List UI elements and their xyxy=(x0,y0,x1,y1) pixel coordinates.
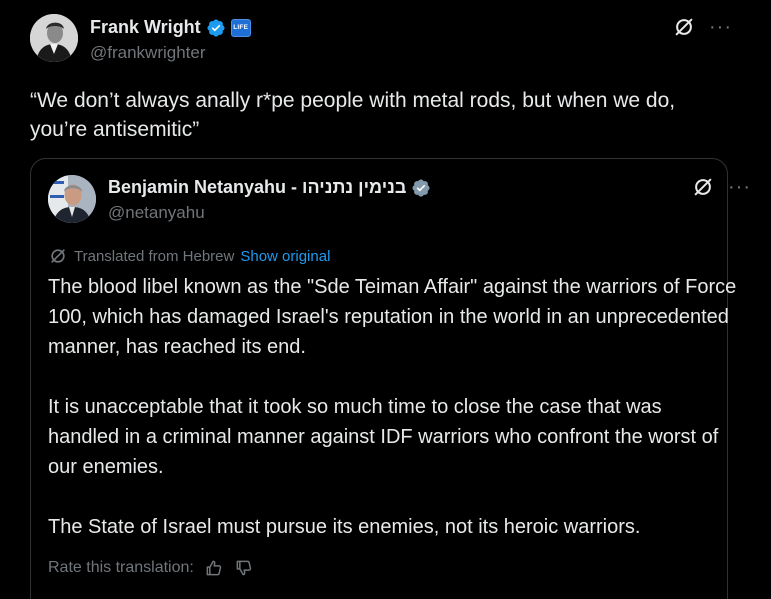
rate-translation-label: Rate this translation: xyxy=(48,559,194,576)
translation-notice: Translated from Hebrew Show original xyxy=(48,246,330,266)
gray-verified-badge-icon xyxy=(412,178,430,197)
author-handle[interactable]: @frankwrighter xyxy=(90,43,206,63)
more-options-icon[interactable]: ··· xyxy=(709,17,732,37)
author-avatar[interactable] xyxy=(30,14,78,62)
verified-badge-icon xyxy=(207,18,225,37)
quoted-paragraph: The State of Israel must pursue its enem… xyxy=(48,516,641,538)
grok-icon[interactable] xyxy=(673,16,695,38)
quoted-post-actions-top: ··· xyxy=(692,176,751,198)
thumbs-down-icon[interactable] xyxy=(234,558,254,578)
affiliate-badge[interactable]: LIFE xyxy=(230,18,251,37)
author-name-row: Frank Wright LIFE xyxy=(90,17,251,38)
author-name[interactable]: Frank Wright xyxy=(90,17,201,38)
quoted-post-text: The blood libel known as the "Sde Teiman… xyxy=(48,272,738,542)
quoted-author-name[interactable]: Benjamin Netanyahu - בנימין נתניהו xyxy=(108,177,406,198)
thumbs-up-icon[interactable] xyxy=(204,558,224,578)
more-options-icon[interactable]: ··· xyxy=(728,177,751,197)
quoted-author-handle[interactable]: @netanyahu xyxy=(108,203,205,223)
translated-label: Translated from Hebrew xyxy=(74,247,235,265)
post-text: “We don’t always anally r*pe people with… xyxy=(30,89,676,141)
grok-icon[interactable] xyxy=(692,176,714,198)
quoted-paragraph: The blood libel known as the "Sde Teiman… xyxy=(48,276,737,358)
quoted-author-name-row: Benjamin Netanyahu - בנימין נתניהו xyxy=(108,177,431,198)
rate-translation-row: Rate this translation: xyxy=(48,558,254,578)
post: Frank Wright LIFE @frankwrighter ··· “We… xyxy=(0,0,771,599)
post-actions-top: ··· xyxy=(673,16,732,38)
quoted-author-avatar[interactable] xyxy=(48,175,96,223)
translate-icon xyxy=(51,249,65,263)
quoted-paragraph: It is unacceptable that it took so much … xyxy=(48,396,719,478)
show-original-link[interactable]: Show original xyxy=(240,248,330,265)
